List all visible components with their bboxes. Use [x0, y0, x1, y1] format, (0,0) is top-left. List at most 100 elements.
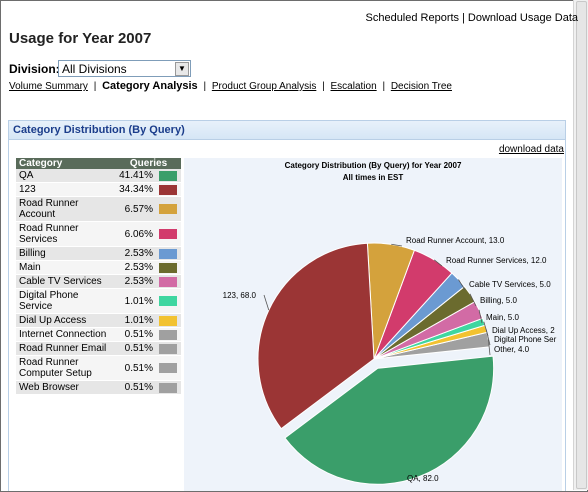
nav-escalation[interactable]: Escalation: [331, 81, 377, 92]
queries-percent-cell: 0.51%: [116, 341, 157, 356]
queries-percent-cell: 0.51%: [116, 380, 157, 395]
division-label: Division:: [9, 62, 60, 76]
nav-separator: |: [93, 81, 97, 92]
queries-percent-cell: 41.41%: [116, 169, 157, 183]
pie-label-main: Main, 5.0: [486, 313, 519, 322]
nav-category-analysis[interactable]: Category Analysis: [102, 80, 198, 92]
category-cell: Digital Phone Service: [16, 288, 117, 314]
table-row: Road Runner Account 6.57%: [16, 196, 181, 222]
panel-title: Category Distribution (By Query): [13, 124, 185, 136]
color-swatch-cell: [157, 355, 181, 381]
category-cell: Cable TV Services: [16, 274, 117, 289]
color-swatch-cell: [157, 221, 181, 247]
category-cell: Dial Up Access: [16, 313, 117, 328]
category-cell: Road Runner Computer Setup: [16, 355, 117, 381]
link-separator: |: [462, 12, 465, 24]
analysis-nav: Volume Summary | Category Analysis | Pro…: [9, 80, 452, 92]
pie-label-road-runner-services: Road Runner Services, 12.0: [446, 256, 547, 265]
top-links: Scheduled Reports | Download Usage Data: [366, 12, 579, 24]
table-row: Main 2.53%: [16, 260, 181, 275]
category-cell: Road Runner Account: [16, 196, 117, 222]
queries-percent-cell: 2.53%: [116, 246, 157, 261]
pie-label-qa: QA, 82.0: [407, 474, 439, 483]
table-row: Road Runner Services 6.06%: [16, 221, 181, 247]
color-swatch: [159, 248, 177, 259]
color-swatch-cell: [157, 341, 181, 356]
queries-percent-cell: 0.51%: [116, 355, 157, 381]
pie-label-123: 123, 68.0: [223, 291, 257, 300]
queries-percent-cell: 2.53%: [116, 274, 157, 289]
color-swatch-cell: [157, 182, 181, 197]
category-cell: Main: [16, 260, 117, 275]
division-selected-value: All Divisions: [62, 62, 127, 76]
chart-subtitle: All times in EST: [343, 173, 404, 182]
color-swatch: [159, 329, 177, 340]
category-column-header: Category: [16, 158, 117, 169]
table-row: QA 41.41%: [16, 169, 181, 183]
pie-leader-123: [263, 294, 270, 311]
category-cell: Web Browser: [16, 380, 117, 395]
category-cell: 123: [16, 182, 117, 197]
color-swatch-cell: [157, 380, 181, 395]
category-cell: Internet Connection: [16, 327, 117, 342]
queries-percent-cell: 34.34%: [116, 182, 157, 197]
category-cell: Road Runner Services: [16, 221, 117, 247]
nav-separator: |: [203, 81, 207, 92]
nav-decision-tree[interactable]: Decision Tree: [391, 81, 452, 92]
table-row: Billing 2.53%: [16, 246, 181, 261]
nav-separator: |: [322, 81, 325, 92]
color-swatch-cell: [157, 327, 181, 342]
color-swatch-cell: [157, 246, 181, 261]
nav-volume-summary[interactable]: Volume Summary: [9, 81, 88, 92]
table-row: Cable TV Services 2.53%: [16, 274, 181, 289]
pie-chart: Category Distribution (By Query) for Yea…: [223, 161, 557, 485]
color-swatch-cell: [157, 313, 181, 328]
pie-label-cable-tv-services: Cable TV Services, 5.0: [469, 280, 551, 289]
panel-header: Category Distribution (By Query): [8, 120, 566, 140]
color-swatch: [159, 184, 177, 195]
color-swatch: [159, 276, 177, 287]
color-swatch-cell: [157, 169, 181, 183]
color-swatch-cell: [157, 288, 181, 314]
scheduled-reports-link[interactable]: Scheduled Reports: [366, 12, 460, 24]
table-row: Digital Phone Service 1.01%: [16, 288, 181, 314]
pie-label-road-runner-account: Road Runner Account, 13.0: [406, 236, 505, 245]
color-swatch: [159, 363, 177, 373]
category-cell: Billing: [16, 246, 117, 261]
vertical-scrollbar[interactable]: [573, 0, 588, 490]
scrollbar-thumb[interactable]: [576, 1, 587, 489]
color-swatch: [159, 170, 177, 181]
table-row: Dial Up Access 1.01%: [16, 313, 181, 328]
pie-chart-area: Category Distribution (By Query) for Yea…: [184, 158, 562, 491]
chevron-down-icon[interactable]: ▼: [175, 62, 189, 76]
table-row: Web Browser 0.51%: [16, 380, 181, 395]
color-swatch: [159, 229, 177, 239]
color-swatch: [159, 262, 177, 273]
color-swatch-cell: [157, 196, 181, 222]
category-table: Category Queries QA 41.41% 123 34.34% Road R…: [16, 158, 181, 395]
download-data-link[interactable]: download data: [499, 144, 564, 155]
pie-label-other: Other, 4.0: [494, 345, 530, 354]
pie-label-billing: Billing, 5.0: [480, 296, 517, 305]
color-swatch: [159, 382, 177, 393]
queries-percent-cell: 6.06%: [116, 221, 157, 247]
queries-percent-cell: 2.53%: [116, 260, 157, 275]
color-swatch-cell: [157, 274, 181, 289]
nav-separator: |: [382, 81, 386, 92]
category-cell: Road Runner Email: [16, 341, 117, 356]
download-usage-data-link[interactable]: Download Usage Data: [468, 12, 578, 24]
pie-label-digital-phone-service: Digital Phone Ser: [494, 335, 557, 344]
table-row: Road Runner Email 0.51%: [16, 341, 181, 356]
queries-column-header: Queries: [116, 158, 181, 169]
queries-percent-cell: 0.51%: [116, 327, 157, 342]
chart-title: Category Distribution (By Query) for Yea…: [285, 161, 462, 170]
queries-percent-cell: 1.01%: [116, 313, 157, 328]
queries-percent-cell: 1.01%: [116, 288, 157, 314]
color-swatch: [159, 315, 177, 326]
nav-product-group-analysis[interactable]: Product Group Analysis: [212, 81, 317, 92]
color-swatch-cell: [157, 260, 181, 275]
color-swatch: [159, 204, 177, 214]
queries-percent-cell: 6.57%: [116, 196, 157, 222]
division-select[interactable]: All Divisions ▼: [58, 60, 191, 77]
pie-label-dial-up-access: Dial Up Access, 2: [492, 326, 555, 335]
